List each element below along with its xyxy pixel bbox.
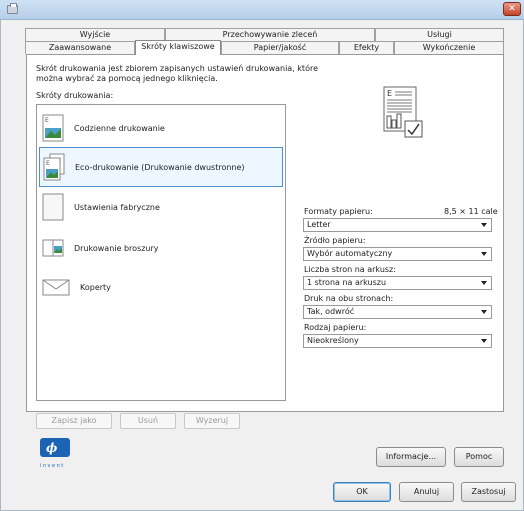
tab-row-bottom: Zaawansowane Skróty klawiszowe Papier/ja… [25,40,504,55]
paper-source-select[interactable]: Wybór automatyczny [303,247,492,261]
shortcuts-panel: Skrót drukowania jest zbiorem zapisanych… [26,54,504,429]
pages-per-sheet-label: Liczba stron na arkusz: [304,265,396,274]
tab-row-top: Wyjście Przechowywanie zleceń Usługi [25,28,504,41]
chevron-down-icon [481,310,487,314]
svg-text:E: E [387,89,392,98]
document-preview: E [383,86,425,140]
tab-shortcuts[interactable]: Skróty klawiszowe [135,40,221,55]
delete-button[interactable]: Usuń [120,413,176,429]
chevron-down-icon [481,339,487,343]
shortcut-eco-printing[interactable]: E Eco-drukowanie (Drukowanie dwustronne) [39,147,283,187]
duplex-doc-icon: E [43,153,65,181]
paper-type-select[interactable]: Nieokreślony [303,334,492,348]
paper-type-label: Rodzaj papieru: [304,323,367,332]
tab-effects[interactable]: Efekty [339,41,394,54]
shortcut-booklet[interactable]: Drukowanie broszury [39,228,283,268]
apply-button[interactable]: Zastosuj [461,482,516,502]
shortcut-label: Ustawienia fabryczne [74,202,160,212]
paper-type-selected: Nieokreślony [307,336,359,345]
close-button[interactable]: ✕ [503,2,521,16]
save-as-button[interactable]: Zapisz jako [36,413,112,429]
printer-properties-dialog: Wyjście Przechowywanie zleceń Usługi Zaa… [0,20,524,511]
duplex-label: Druk na obu stronach: [304,294,394,303]
shortcut-everyday-printing[interactable]: E Codzienne drukowanie [39,108,283,148]
shortcuts-description: Skrót drukowania jest zbiorem zapisanych… [36,64,318,83]
shortcuts-list[interactable]: E Codzienne drukowanie E Eco-drukowanie … [36,104,286,401]
shortcut-label: Eco-drukowanie (Drukowanie dwustronne) [75,162,245,172]
cancel-button[interactable]: Anuluj [399,482,454,502]
booklet-icon [42,234,64,262]
info-button[interactable]: Informacje... [376,447,446,467]
reset-button[interactable]: Wyzeruj [184,413,240,429]
paper-sizes-label: Formaty papieru: [304,207,373,216]
paper-size-selected: Letter [307,220,331,229]
shortcut-factory-defaults[interactable]: Ustawienia fabryczne [39,187,283,227]
shortcut-envelopes[interactable]: Koperty [39,267,283,307]
svg-text:ϕ: ϕ [46,441,58,455]
tab-advanced[interactable]: Zaawansowane [25,41,135,54]
shortcut-label: Drukowanie broszury [74,243,159,253]
envelope-icon [42,273,70,301]
pages-per-sheet-select[interactable]: 1 strona na arkuszu [303,276,492,290]
paper-size-value: 8,5 × 11 cale [444,207,498,216]
paper-source-selected: Wybór automatyczny [307,249,393,258]
help-button[interactable]: Pomoc [454,447,504,467]
title-bar: ✕ [0,0,524,20]
svg-text:E: E [46,160,50,167]
ok-button[interactable]: OK [333,482,391,502]
pages-per-sheet-selected: 1 strona na arkuszu [307,278,387,287]
tab-paper-quality[interactable]: Papier/jakość [221,41,339,54]
duplex-select[interactable]: Tak, odwróć [303,305,492,319]
paper-size-select[interactable]: Letter [303,218,492,232]
shortcuts-list-label: Skróty drukowania: [36,91,114,100]
chevron-down-icon [481,223,487,227]
chevron-down-icon [481,281,487,285]
printer-icon [7,3,18,14]
doc-landscape-icon: E [42,114,64,142]
blank-page-icon [42,193,64,221]
svg-text:E: E [45,117,49,124]
chevron-down-icon [481,252,487,256]
tab-services[interactable]: Usługi [375,28,504,41]
duplex-selected: Tak, odwróć [307,307,355,316]
tab-finishing[interactable]: Wykończenie [394,41,504,54]
paper-source-label: Źródło papieru: [304,236,366,245]
shortcut-label: Codzienne drukowanie [74,123,165,133]
hp-logo: ϕ invent [40,438,70,469]
shortcut-label: Koperty [80,282,111,292]
